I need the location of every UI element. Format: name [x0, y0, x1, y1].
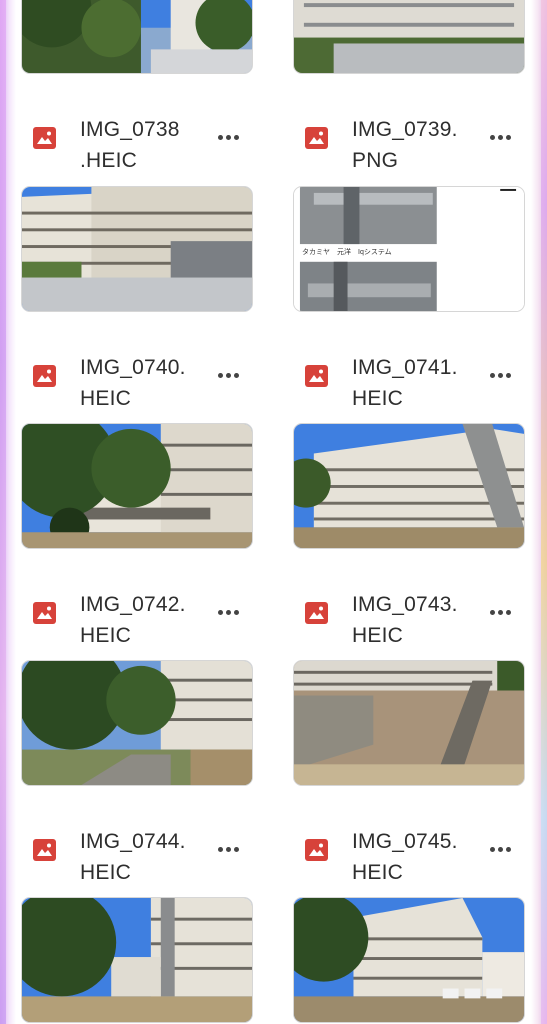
more-options-icon[interactable]	[215, 595, 241, 629]
file-thumbnail[interactable]	[21, 897, 253, 1023]
preview-caption: タカミヤ 元洋 Iqシステム	[302, 249, 392, 256]
file-name: IMG_0741. HEIC	[352, 356, 458, 410]
list-item[interactable]: IMG_0740. HEIC	[21, 336, 253, 416]
list-item[interactable]: IMG_0742. HEIC	[21, 573, 253, 653]
file-thumbnail[interactable]	[293, 0, 525, 74]
image-file-icon	[33, 839, 56, 861]
more-options-icon[interactable]	[215, 120, 241, 154]
file-name: IMG_0743. HEIC	[352, 593, 458, 647]
list-item[interactable]: IMG_0743. HEIC	[293, 573, 525, 653]
image-file-icon	[305, 127, 328, 149]
more-options-icon[interactable]	[487, 358, 513, 392]
file-thumbnail[interactable]: タカミヤ 元洋 Iqシステム	[293, 186, 525, 312]
file-grid: IMG_0738 .HEIC IMG_0739. PNG タカミヤ 元洋 Iqシ…	[0, 0, 547, 1024]
list-item[interactable]: IMG_0741. HEIC	[293, 336, 525, 416]
more-options-icon[interactable]	[487, 832, 513, 866]
list-item[interactable]: IMG_0744. HEIC	[21, 810, 253, 890]
image-file-icon	[33, 127, 56, 149]
list-item[interactable]: IMG_0738 .HEIC	[21, 98, 253, 178]
image-file-icon	[305, 365, 328, 387]
file-thumbnail[interactable]	[293, 897, 525, 1023]
list-item[interactable]: IMG_0739. PNG	[293, 98, 525, 178]
image-file-icon	[33, 602, 56, 624]
image-file-icon	[305, 839, 328, 861]
file-name: IMG_0739. PNG	[352, 118, 458, 172]
file-thumbnail[interactable]	[21, 660, 253, 786]
file-name: IMG_0742. HEIC	[80, 593, 186, 647]
file-name: IMG_0738 .HEIC	[80, 118, 180, 172]
file-name: IMG_0745. HEIC	[352, 830, 458, 884]
file-thumbnail[interactable]	[293, 660, 525, 786]
file-thumbnail[interactable]	[21, 186, 253, 312]
file-name: IMG_0740. HEIC	[80, 356, 186, 410]
list-item[interactable]: IMG_0745. HEIC	[293, 810, 525, 890]
more-options-icon[interactable]	[215, 358, 241, 392]
image-file-icon	[33, 365, 56, 387]
file-thumbnail[interactable]	[21, 423, 253, 549]
file-name: IMG_0744. HEIC	[80, 830, 186, 884]
file-thumbnail[interactable]	[293, 423, 525, 549]
image-file-icon	[305, 602, 328, 624]
more-options-icon[interactable]	[487, 595, 513, 629]
file-thumbnail[interactable]	[21, 0, 253, 74]
more-options-icon[interactable]	[215, 832, 241, 866]
more-options-icon[interactable]	[487, 120, 513, 154]
